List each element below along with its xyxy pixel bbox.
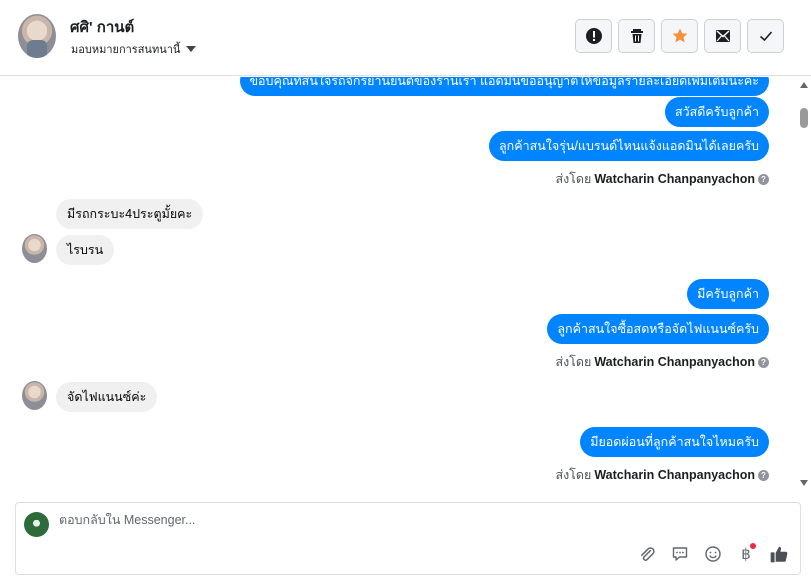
- message-outgoing[interactable]: มีครับลูกค้า: [687, 279, 769, 309]
- question-icon[interactable]: ?: [758, 356, 769, 368]
- attach-button[interactable]: [636, 543, 658, 565]
- caret-down-icon: [186, 46, 197, 52]
- contact-avatar-small[interactable]: [22, 381, 47, 410]
- sent-by-label: ส่งโดย Watcharin Chanpanyachon ?: [555, 465, 769, 485]
- sent-by-prefix: ส่งโดย: [555, 172, 592, 186]
- paperclip-icon: [641, 547, 655, 561]
- exclamation-circle-icon: [585, 28, 602, 44]
- baht-payment-button[interactable]: ฿: [735, 543, 757, 565]
- delete-button[interactable]: [618, 19, 655, 53]
- mark-done-button[interactable]: [747, 19, 784, 53]
- sent-by-prefix: ส่งโดย: [555, 468, 592, 482]
- envelope-icon: [715, 30, 730, 42]
- message-thread[interactable]: ขอบคุณที่สนใจรถจักรยานยนต์ของร้านเรา แอด…: [0, 77, 797, 488]
- assign-conversation-dropdown[interactable]: มอบหมายการสนทนานี้: [71, 40, 197, 58]
- message-outgoing[interactable]: สวัสดีครับลูกค้า: [664, 97, 769, 127]
- star-button[interactable]: [661, 19, 698, 53]
- sender-name[interactable]: Watcharin Chanpanyachon: [594, 355, 755, 369]
- contact-avatar[interactable]: [18, 14, 56, 58]
- emoji-icon: [705, 546, 721, 562]
- question-icon[interactable]: ?: [758, 173, 769, 185]
- message-incoming[interactable]: ไรบรน: [56, 235, 115, 265]
- mark-unread-button[interactable]: [704, 19, 741, 53]
- conversation-header: ศศิ' กานต์ มอบหมายการสนทนานี้: [0, 0, 811, 76]
- assign-label: มอบหมายการสนทนานี้: [71, 44, 181, 56]
- composer-actions: ฿: [636, 543, 790, 565]
- contact-avatar-small[interactable]: [22, 234, 47, 263]
- scroll-down-arrow-icon[interactable]: [800, 480, 808, 486]
- like-button[interactable]: [768, 543, 790, 565]
- notification-dot: [750, 543, 756, 549]
- conversation-toolbar: [575, 19, 784, 53]
- sent-by-label: ส่งโดย Watcharin Chanpanyachon ?: [555, 169, 769, 189]
- reply-input[interactable]: [59, 513, 759, 527]
- check-icon: [759, 31, 772, 42]
- like-icon: [770, 546, 788, 563]
- sent-by-label: ส่งโดย Watcharin Chanpanyachon ?: [555, 352, 769, 372]
- message-outgoing[interactable]: มียอดผ่อนที่ลูกค้าสนใจไหมครับ: [580, 427, 769, 457]
- scroll-thumb[interactable]: [800, 108, 808, 128]
- thread-scrollbar[interactable]: [797, 77, 811, 493]
- contact-name[interactable]: ศศิ' กานต์: [70, 15, 134, 39]
- message-incoming[interactable]: มีรถกระบะ4ประตูมั้ยคะ: [56, 199, 204, 229]
- sender-name[interactable]: Watcharin Chanpanyachon: [594, 172, 755, 186]
- sender-name[interactable]: Watcharin Chanpanyachon: [594, 468, 755, 482]
- message-outgoing[interactable]: ลูกค้าสนใจซื้อสดหรือจัดไฟแนนซ์ครับ: [547, 314, 769, 344]
- saved-reply-button[interactable]: [669, 543, 691, 565]
- saved-reply-icon: [672, 547, 688, 561]
- star-icon: [672, 28, 687, 43]
- message-outgoing[interactable]: ลูกค้าสนใจรุ่น/แบรนด์ไหนแจ้งแอดมินได้เลย…: [488, 131, 769, 161]
- question-icon[interactable]: ?: [758, 469, 769, 481]
- message-incoming[interactable]: จัดไฟแนนซ์ค่ะ: [56, 382, 158, 412]
- report-spam-button[interactable]: [575, 19, 612, 53]
- page-avatar: [24, 512, 49, 537]
- sent-by-prefix: ส่งโดย: [555, 355, 592, 369]
- scroll-up-arrow-icon[interactable]: [800, 82, 808, 88]
- baht-payment-icon: ฿: [741, 546, 751, 563]
- message-outgoing[interactable]: ขอบคุณที่สนใจรถจักรยานยนต์ของร้านเรา แอด…: [239, 77, 769, 96]
- reply-composer: ฿: [15, 502, 801, 575]
- trash-icon: [630, 29, 643, 43]
- emoji-button[interactable]: [702, 543, 724, 565]
